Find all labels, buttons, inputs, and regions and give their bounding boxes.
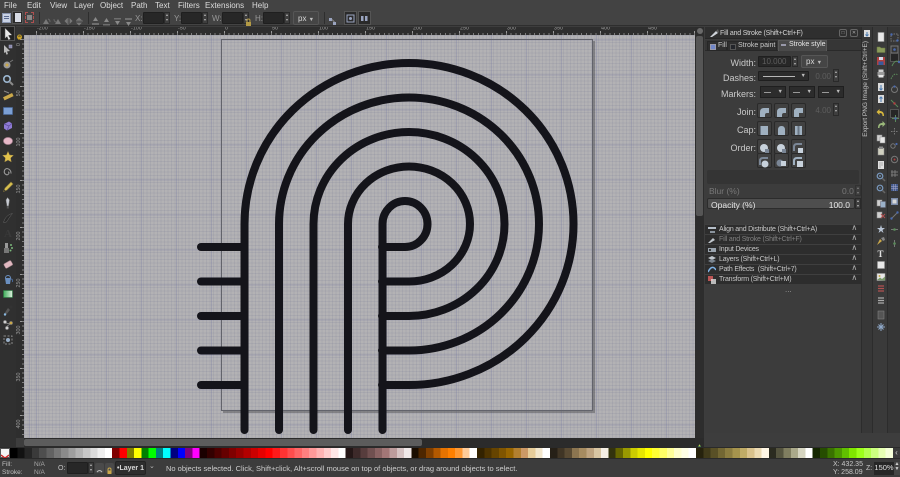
svg-text:A: A (4, 228, 12, 239)
